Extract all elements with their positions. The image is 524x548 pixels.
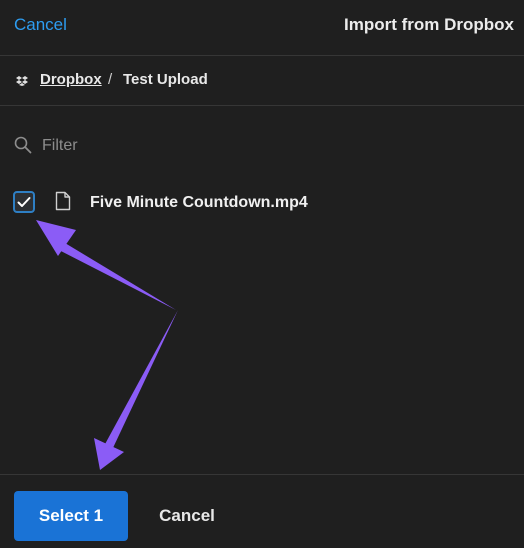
breadcrumb: Dropbox / Test Upload	[0, 56, 524, 106]
breadcrumb-current: Test Upload	[123, 71, 208, 88]
dialog-header: Cancel Import from Dropbox	[0, 0, 524, 56]
dropbox-icon	[16, 76, 28, 86]
breadcrumb-root-link[interactable]: Dropbox	[40, 71, 102, 88]
dialog-footer: Select 1 Cancel	[0, 474, 524, 548]
dialog-title: Import from Dropbox	[344, 15, 514, 34]
arrow-to-select-button	[104, 310, 178, 450]
filter-bar	[0, 106, 524, 182]
search-icon	[14, 136, 32, 154]
checkmark-icon	[17, 197, 31, 207]
arrow-to-checkbox	[55, 240, 176, 310]
header-cancel-link[interactable]: Cancel	[14, 15, 67, 35]
filter-input[interactable]	[42, 134, 462, 158]
select-button[interactable]: Select 1	[14, 491, 128, 541]
file-icon	[55, 191, 71, 211]
file-checkbox[interactable]	[13, 191, 35, 213]
breadcrumb-separator: /	[108, 71, 113, 88]
file-row[interactable]: Five Minute Countdown.mp4	[0, 182, 524, 224]
arrow-to-select-button-head	[94, 438, 124, 470]
arrow-to-checkbox-head	[36, 220, 76, 256]
cancel-button[interactable]: Cancel	[146, 491, 228, 541]
file-name[interactable]: Five Minute Countdown.mp4	[90, 194, 308, 212]
